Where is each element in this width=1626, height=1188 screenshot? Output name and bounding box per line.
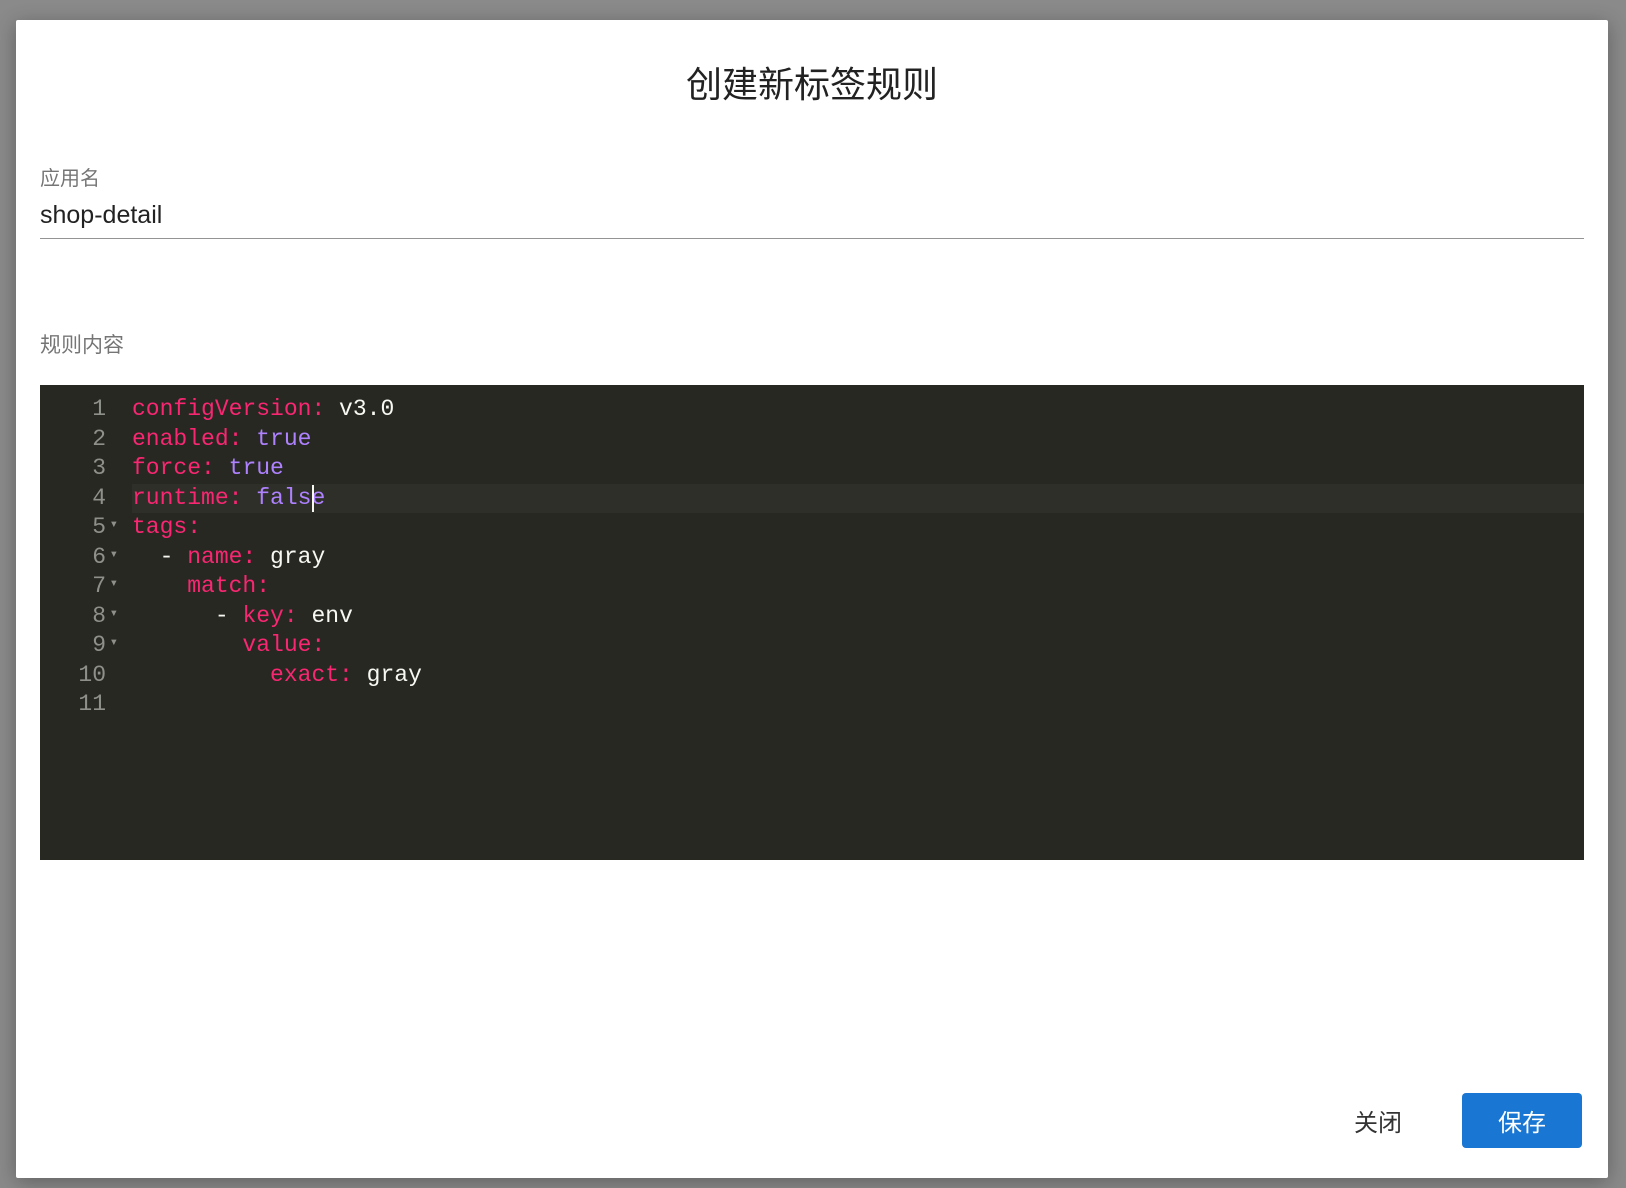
code-line[interactable]: runtime: false	[132, 484, 1584, 514]
code-line[interactable]: match:	[132, 572, 1584, 602]
modal-body: 应用名 规则内容 12345▾6▾7▾8▾9▾1011 configVersio…	[16, 132, 1608, 1043]
code-token: match:	[187, 573, 270, 599]
code-token: env	[298, 603, 353, 629]
code-token: -	[160, 544, 188, 570]
code-token	[132, 662, 270, 688]
gutter-line-number: 1	[40, 395, 120, 425]
text-cursor	[312, 485, 314, 512]
code-token: true	[229, 455, 284, 481]
code-token: force:	[132, 455, 215, 481]
code-token: configVersion:	[132, 396, 325, 422]
editor-content[interactable]: configVersion: v3.0enabled: trueforce: t…	[120, 385, 1584, 860]
gutter-line-number: 10	[40, 661, 120, 691]
code-line[interactable]: configVersion: v3.0	[132, 395, 1584, 425]
code-token	[132, 573, 187, 599]
code-line[interactable]: - key: env	[132, 602, 1584, 632]
gutter-line-number: 7▾	[40, 572, 120, 602]
code-line[interactable]: exact: gray	[132, 661, 1584, 691]
code-token	[132, 603, 215, 629]
code-token: -	[215, 603, 243, 629]
gutter-line-number: 3	[40, 454, 120, 484]
modal-footer: 关闭 保存	[16, 1043, 1608, 1178]
app-name-label: 应用名	[40, 162, 1584, 191]
code-token: value:	[242, 632, 325, 658]
app-name-field-group: 应用名	[40, 162, 1584, 239]
gutter-line-number: 6▾	[40, 543, 120, 573]
code-line[interactable]: tags:	[132, 513, 1584, 543]
gutter-line-number: 11	[40, 690, 120, 720]
code-token	[132, 544, 160, 570]
code-token: true	[256, 426, 311, 452]
code-line[interactable]: - name: gray	[132, 543, 1584, 573]
gutter-line-number: 4	[40, 484, 120, 514]
code-token: key:	[242, 603, 297, 629]
fold-toggle-icon[interactable]: ▾	[108, 576, 118, 594]
rule-content-label: 规则内容	[40, 329, 1584, 359]
code-token	[132, 632, 242, 658]
close-button[interactable]: 关闭	[1318, 1093, 1438, 1148]
code-token: v3.0	[325, 396, 394, 422]
modal-header: 创建新标签规则	[16, 20, 1608, 132]
modal-title: 创建新标签规则	[40, 56, 1584, 108]
code-line[interactable]	[132, 690, 1584, 720]
rule-content-editor[interactable]: 12345▾6▾7▾8▾9▾1011 configVersion: v3.0en…	[40, 385, 1584, 860]
code-token: gray	[353, 662, 422, 688]
fold-toggle-icon[interactable]: ▾	[108, 635, 118, 653]
gutter-line-number: 9▾	[40, 631, 120, 661]
code-token	[215, 455, 229, 481]
editor-gutter: 12345▾6▾7▾8▾9▾1011	[40, 385, 120, 860]
gutter-line-number: 8▾	[40, 602, 120, 632]
code-token: exact:	[270, 662, 353, 688]
fold-toggle-icon[interactable]: ▾	[108, 547, 118, 565]
code-token: name:	[187, 544, 256, 570]
code-line[interactable]: value:	[132, 631, 1584, 661]
rule-content-field-group: 规则内容 12345▾6▾7▾8▾9▾1011 configVersion: v…	[40, 329, 1584, 860]
fold-toggle-icon[interactable]: ▾	[108, 606, 118, 624]
code-line[interactable]: enabled: true	[132, 425, 1584, 455]
code-token: runtime:	[132, 485, 242, 511]
code-token: tags:	[132, 514, 201, 540]
code-token	[242, 485, 256, 511]
create-tag-rule-modal: 创建新标签规则 应用名 规则内容 12345▾6▾7▾8▾9▾1011 conf…	[16, 20, 1608, 1178]
code-token: gray	[256, 544, 325, 570]
code-token: enabled:	[132, 426, 242, 452]
app-name-input[interactable]	[40, 195, 1584, 239]
gutter-line-number: 2	[40, 425, 120, 455]
code-token: false	[256, 485, 325, 511]
code-token	[242, 426, 256, 452]
gutter-line-number: 5▾	[40, 513, 120, 543]
code-line[interactable]: force: true	[132, 454, 1584, 484]
fold-toggle-icon[interactable]: ▾	[108, 517, 118, 535]
save-button[interactable]: 保存	[1462, 1093, 1582, 1148]
